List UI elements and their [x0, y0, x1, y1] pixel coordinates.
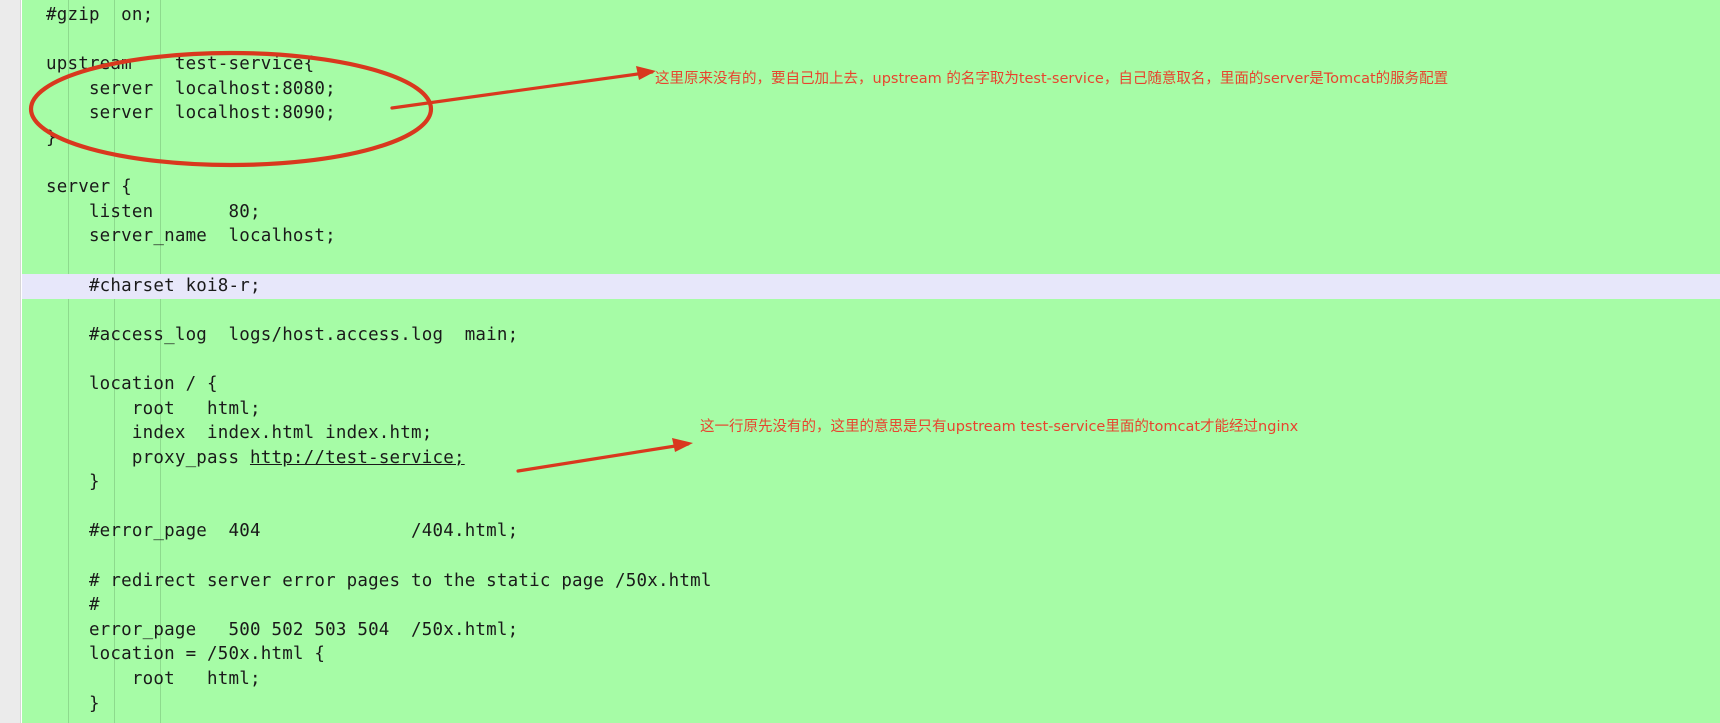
- code-line[interactable]: [0, 249, 1698, 274]
- code-line[interactable]: server localhost:8080;: [0, 77, 1698, 102]
- code-line[interactable]: }: [0, 126, 1698, 151]
- code-line[interactable]: #: [0, 593, 1698, 618]
- code-line[interactable]: index index.html index.htm;: [0, 421, 1698, 446]
- code-line[interactable]: server localhost:8090;: [0, 101, 1698, 126]
- code-line[interactable]: }: [0, 470, 1698, 495]
- code-line[interactable]: [0, 298, 1698, 323]
- code-line[interactable]: server {: [0, 175, 1698, 200]
- code-line[interactable]: [0, 495, 1698, 520]
- code-line[interactable]: #gzip on;: [0, 3, 1698, 28]
- editor-screenshot: #gzip on; upstream test-service{ server …: [0, 0, 1720, 723]
- code-line[interactable]: error_page 500 502 503 504 /50x.html;: [0, 618, 1698, 643]
- code-line[interactable]: #charset koi8-r;: [0, 274, 1698, 299]
- code-line[interactable]: [0, 151, 1698, 176]
- proxy-pass-url-link[interactable]: http://test-service;: [250, 448, 465, 468]
- code-line[interactable]: [0, 544, 1698, 569]
- code-line[interactable]: # redirect server error pages to the sta…: [0, 569, 1698, 594]
- code-line[interactable]: proxy_pass http://test-service;: [0, 446, 1698, 471]
- code-line[interactable]: listen 80;: [0, 200, 1698, 225]
- code-line[interactable]: root html;: [0, 397, 1698, 422]
- code-text[interactable]: #gzip on; upstream test-service{ server …: [0, 0, 1698, 716]
- code-line[interactable]: server_name localhost;: [0, 224, 1698, 249]
- code-line[interactable]: #error_page 404 /404.html;: [0, 519, 1698, 544]
- code-line[interactable]: #access_log logs/host.access.log main;: [0, 323, 1698, 348]
- code-line[interactable]: [0, 347, 1698, 372]
- code-line[interactable]: [0, 28, 1698, 53]
- code-line[interactable]: }: [0, 692, 1698, 717]
- code-line[interactable]: location / {: [0, 372, 1698, 397]
- code-line[interactable]: root html;: [0, 667, 1698, 692]
- code-line[interactable]: upstream test-service{: [0, 52, 1698, 77]
- code-line[interactable]: location = /50x.html {: [0, 642, 1698, 667]
